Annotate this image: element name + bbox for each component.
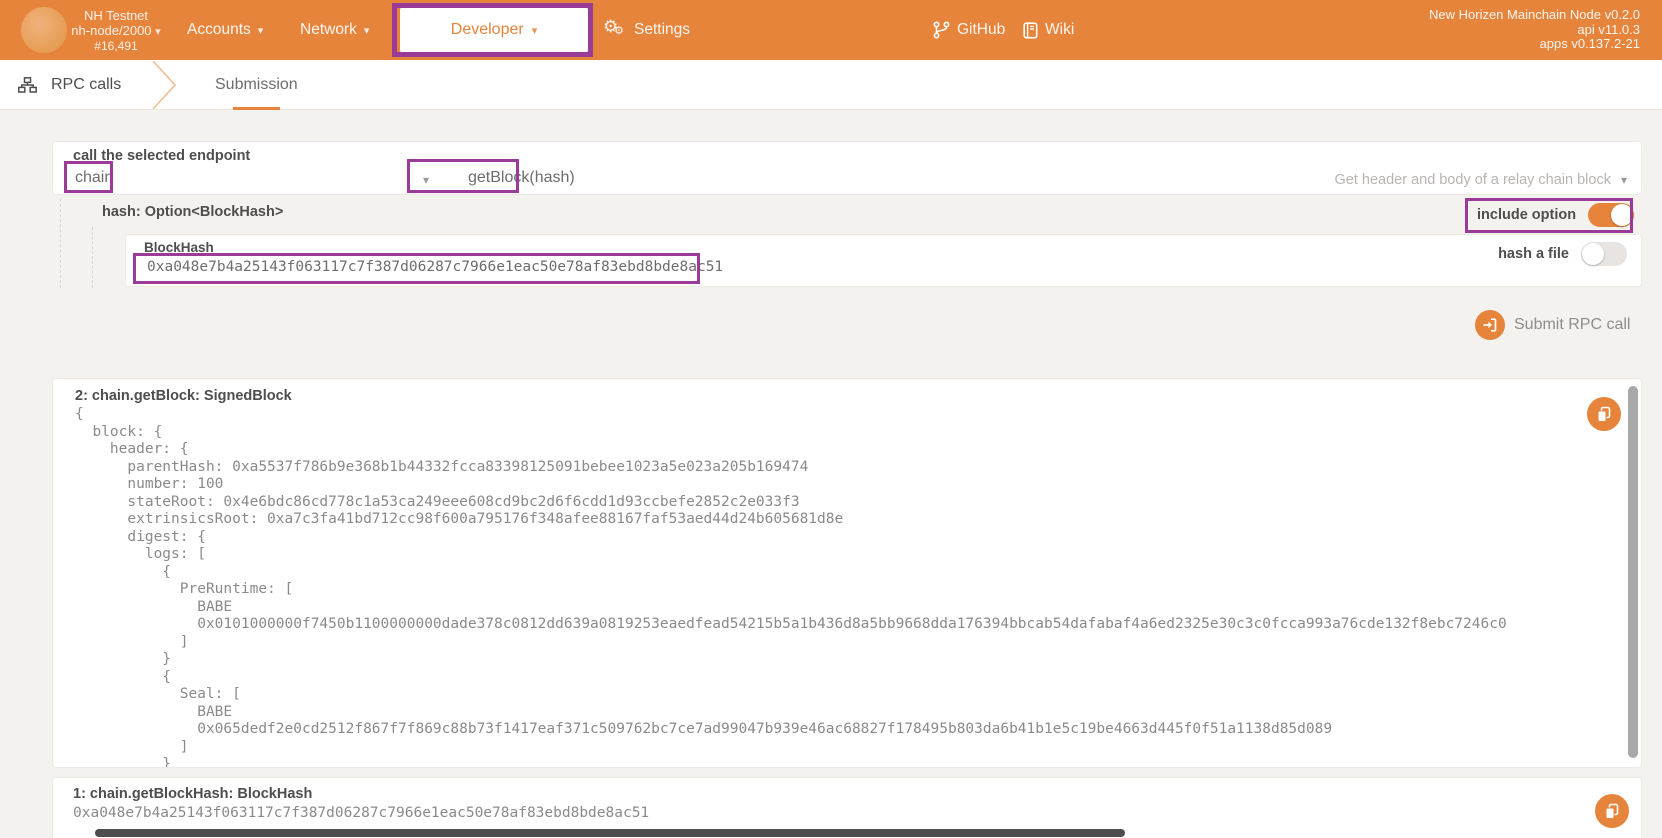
toggle-knob — [1611, 204, 1633, 226]
hash-file-label: hash a file — [1498, 246, 1569, 262]
api-version: api v11.0.3 — [1429, 23, 1640, 38]
chain-name: NH Testnet — [64, 9, 168, 24]
include-option-label: include option — [1477, 207, 1576, 223]
nav-network[interactable]: Network ▾ — [300, 0, 369, 60]
result-title: 1: chain.getBlockHash: BlockHash — [73, 786, 312, 802]
blockhash-label: BlockHash — [144, 240, 214, 255]
tab-submission[interactable]: Submission — [215, 60, 298, 110]
result-hash-output: 0xa048e7b4a25143f063117c7f387d06287c7966… — [73, 805, 649, 823]
top-navbar: NH Testnet nh-node/2000 ▾ #16,491 Accoun… — [0, 0, 1662, 60]
section-title-rpc-calls: RPC calls — [18, 60, 121, 110]
chain-selector[interactable]: NH Testnet nh-node/2000 ▾ #16,491 — [64, 9, 168, 54]
submit-label: Submit RPC call — [1514, 316, 1630, 334]
result-panel-getblock: 2: chain.getBlock: SignedBlock { block: … — [52, 378, 1642, 768]
node-version: New Horizen Mainchain Node v0.2.0 — [1429, 8, 1640, 23]
endpoint-form-card: call the selected endpoint chain ▾ getBl… — [52, 141, 1642, 195]
link-wiki[interactable]: Wiki — [1023, 0, 1074, 60]
tree-guide-line — [92, 227, 93, 288]
best-block-number: #16,491 — [64, 39, 168, 54]
vertical-scrollbar-thumb[interactable] — [1628, 386, 1638, 758]
chevron-down-icon: ▾ — [155, 26, 161, 38]
chain-avatar[interactable] — [21, 7, 67, 53]
hash-file-control: hash a file — [1498, 242, 1627, 266]
active-tab-indicator — [233, 107, 280, 110]
sitemap-icon — [18, 77, 37, 93]
tree-guide-line — [60, 199, 61, 288]
nav-settings[interactable]: ⚙ ⚙ Settings — [603, 0, 690, 60]
apps-version: apps v0.137.2-21 — [1429, 37, 1640, 52]
nav-accounts[interactable]: Accounts ▾ — [187, 0, 263, 60]
blockhash-param-card: BlockHash 0xa048e7b4a25143f063117c7f387d… — [125, 234, 1642, 287]
gears-icon: ⚙ ⚙ — [603, 19, 627, 41]
version-info: New Horizen Mainchain Node v0.2.0 api v1… — [1429, 8, 1640, 52]
hash-file-toggle[interactable] — [1581, 242, 1627, 266]
copy-icon — [1604, 803, 1620, 820]
include-option-toggle[interactable] — [1588, 203, 1634, 227]
chevron-down-icon: ▾ — [258, 24, 264, 37]
param-label: hash: Option<BlockHash> — [102, 204, 283, 220]
tab-bar: RPC calls Submission — [0, 60, 1662, 110]
breadcrumb-chevron-icon — [150, 61, 178, 109]
copy-button[interactable] — [1587, 397, 1621, 431]
sign-in-icon — [1475, 310, 1505, 340]
book-icon — [1023, 22, 1038, 39]
submit-rpc-button[interactable]: Submit RPC call — [1475, 310, 1630, 340]
chevron-down-icon: ▾ — [532, 24, 538, 37]
copy-button[interactable] — [1595, 794, 1629, 828]
include-option-control: include option — [1477, 203, 1634, 227]
chevron-down-icon: ▾ — [364, 24, 370, 37]
copy-icon — [1596, 406, 1612, 423]
blockhash-input[interactable]: 0xa048e7b4a25143f063117c7f387d06287c7966… — [147, 259, 723, 275]
toggle-knob — [1582, 243, 1604, 265]
horizontal-scrollbar-thumb[interactable] — [95, 829, 1125, 837]
result-title: 2: chain.getBlock: SignedBlock — [75, 388, 292, 404]
method-description[interactable]: Get header and body of a relay chain blo… — [1334, 172, 1627, 188]
git-branch-icon — [933, 21, 950, 39]
method-select[interactable]: getBlock(hash) — [416, 169, 1016, 187]
chevron-down-icon: ▾ — [1621, 173, 1627, 187]
section-select[interactable]: chain — [75, 169, 113, 187]
endpoint-label: call the selected endpoint — [73, 148, 250, 164]
link-github[interactable]: GitHub — [933, 0, 1005, 60]
node-name: nh-node/2000 — [71, 23, 151, 38]
nav-developer[interactable]: Developer ▾ — [400, 7, 588, 53]
result-json-output: { block: { header: { parentHash: 0xa5537… — [75, 406, 1507, 768]
